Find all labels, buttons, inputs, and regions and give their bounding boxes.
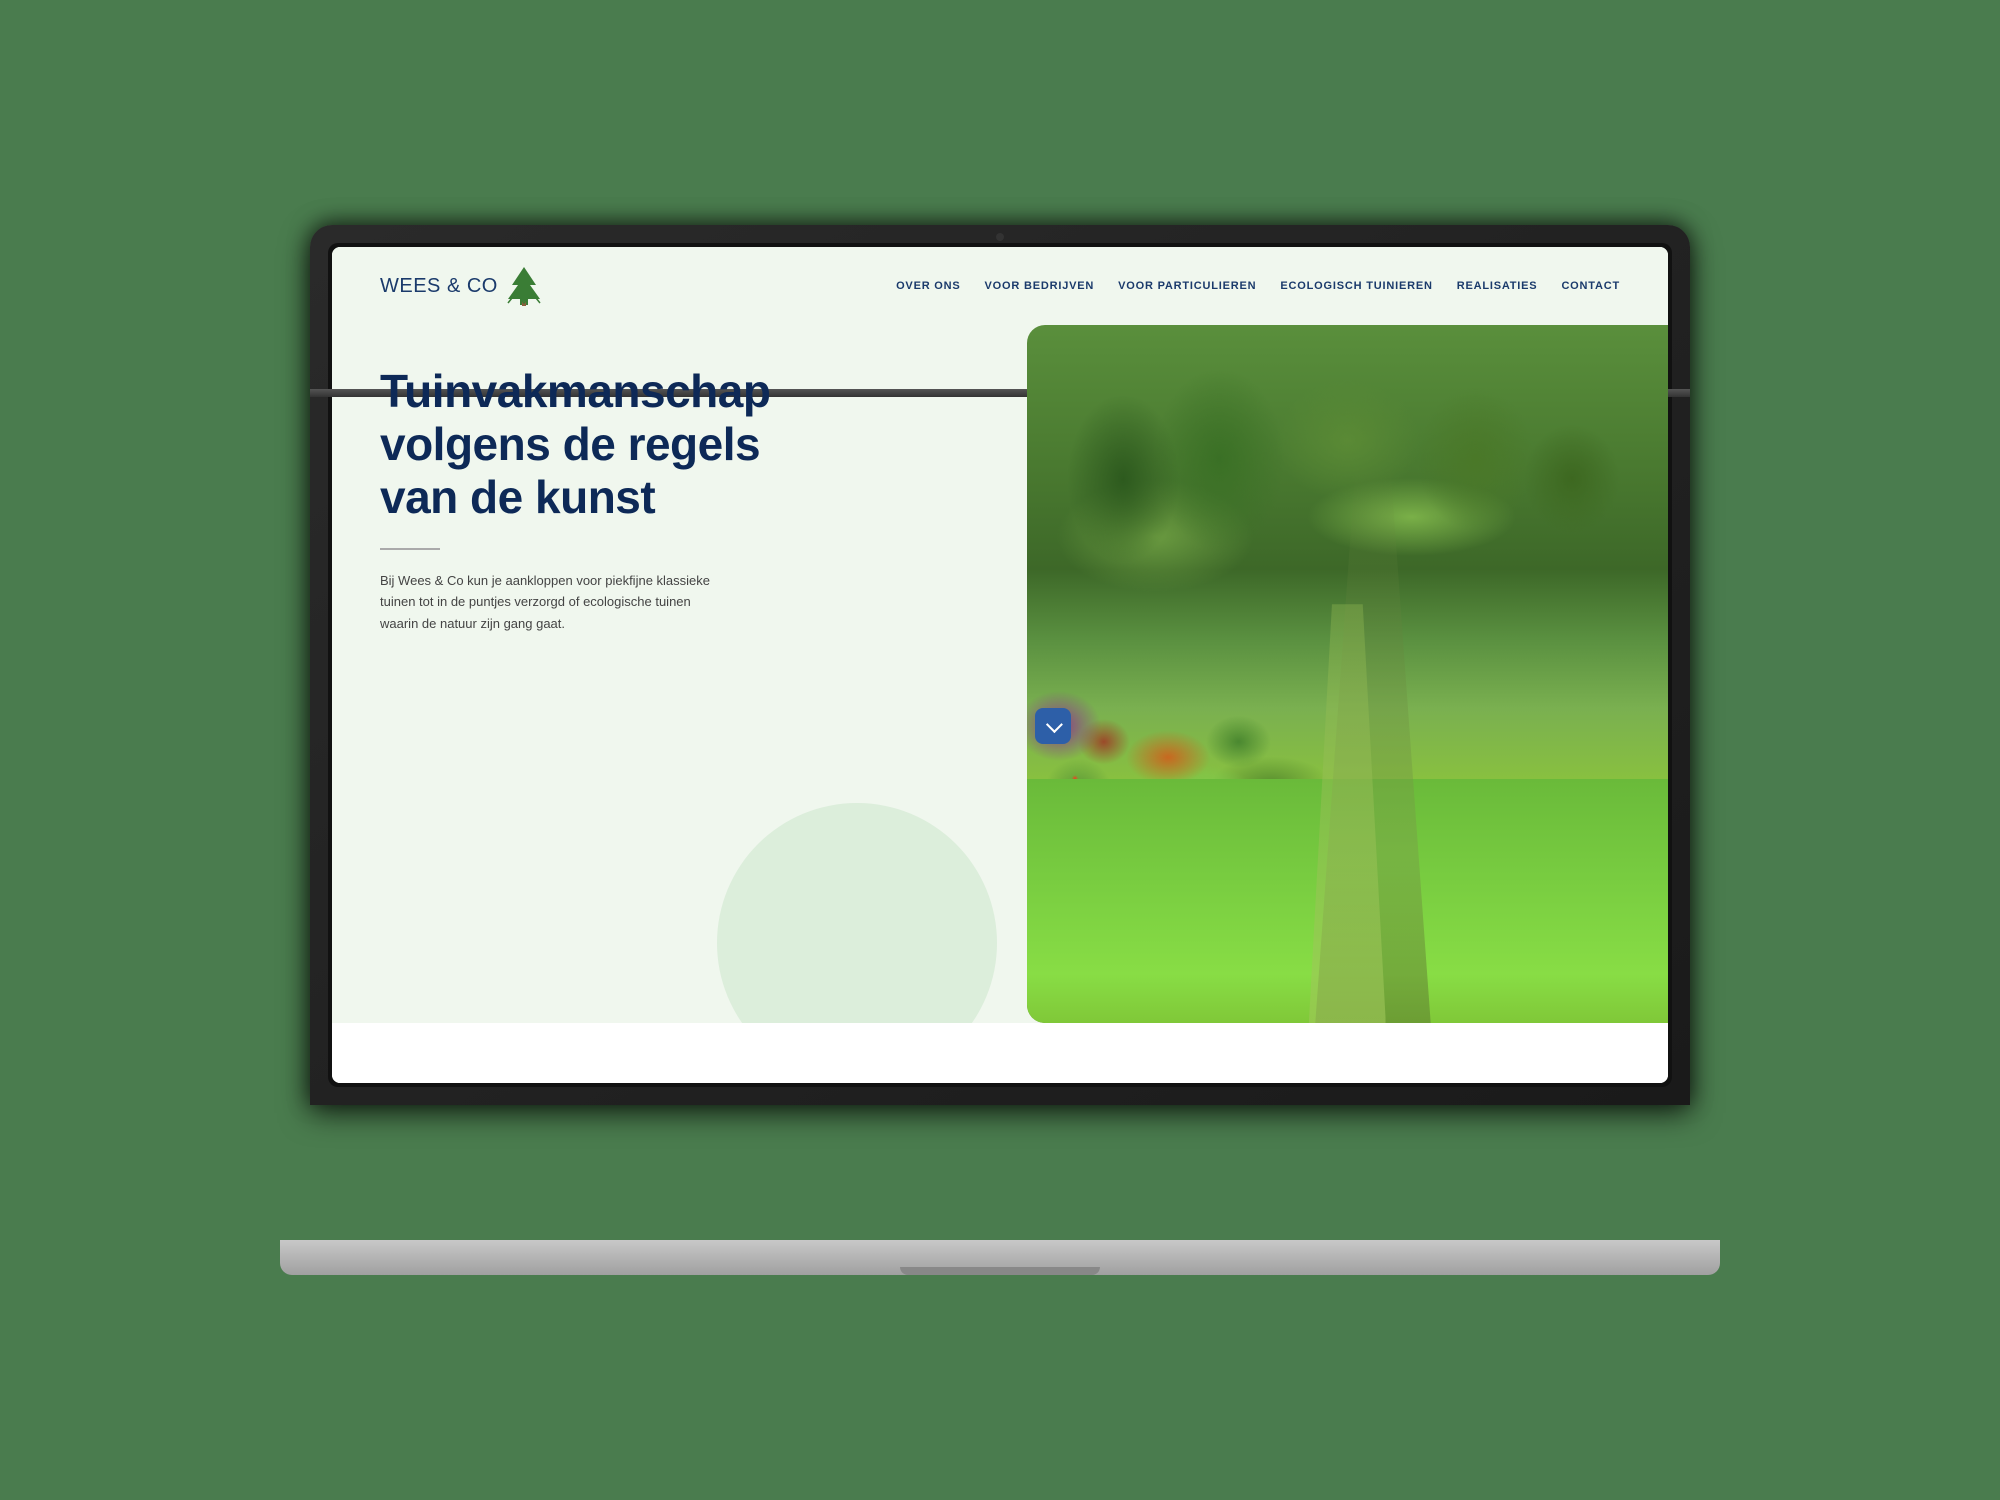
nav-item-contact[interactable]: CONTACT	[1561, 280, 1620, 292]
garden-image	[1027, 325, 1668, 1023]
scroll-down-button[interactable]	[1035, 708, 1071, 744]
hero-section: Tuinvakmanschapvolgens de regelsvan de k…	[332, 325, 1668, 1023]
logo-text: WEES & CO	[380, 275, 498, 298]
nav-item-voor-bedrijven[interactable]: VOOR BEDRIJVEN	[985, 280, 1095, 292]
nav-item-over-ons[interactable]: OVER ONS	[896, 280, 960, 292]
main-nav: OVER ONS VOOR BEDRIJVEN VOOR PARTICULIER…	[896, 280, 1620, 292]
logo-tree-icon	[506, 265, 542, 307]
nav-item-realisaties[interactable]: REALISATIES	[1457, 280, 1538, 292]
hero-right	[1027, 325, 1668, 1023]
screen-bezel: WEES & CO OVER ONS VOOR BEDRIJVEN	[328, 243, 1672, 1087]
hero-left: Tuinvakmanschapvolgens de regelsvan de k…	[332, 325, 1027, 1023]
hero-decorative-circle	[717, 803, 997, 1023]
laptop-lid: WEES & CO OVER ONS VOOR BEDRIJVEN	[310, 225, 1690, 1105]
laptop-base	[280, 1240, 1720, 1275]
nav-item-voor-particulieren[interactable]: VOOR PARTICULIEREN	[1118, 280, 1256, 292]
site-header: WEES & CO OVER ONS VOOR BEDRIJVEN	[332, 247, 1668, 325]
hero-description: Bij Wees & Co kun je aankloppen voor pie…	[380, 570, 720, 634]
laptop-mockup: WEES & CO OVER ONS VOOR BEDRIJVEN	[310, 225, 1690, 1275]
logo-brand: WEES	[380, 275, 441, 297]
laptop-camera	[996, 233, 1004, 241]
logo-area: WEES & CO	[380, 265, 542, 307]
logo-suffix: & CO	[441, 275, 498, 297]
footer-white-bar	[332, 1023, 1668, 1083]
laptop-screen: WEES & CO OVER ONS VOOR BEDRIJVEN	[332, 247, 1668, 1083]
nav-item-ecologisch-tuinieren[interactable]: ECOLOGISCH TUINIEREN	[1280, 280, 1432, 292]
hero-title: Tuinvakmanschapvolgens de regelsvan de k…	[380, 365, 979, 524]
hero-divider	[380, 548, 440, 550]
